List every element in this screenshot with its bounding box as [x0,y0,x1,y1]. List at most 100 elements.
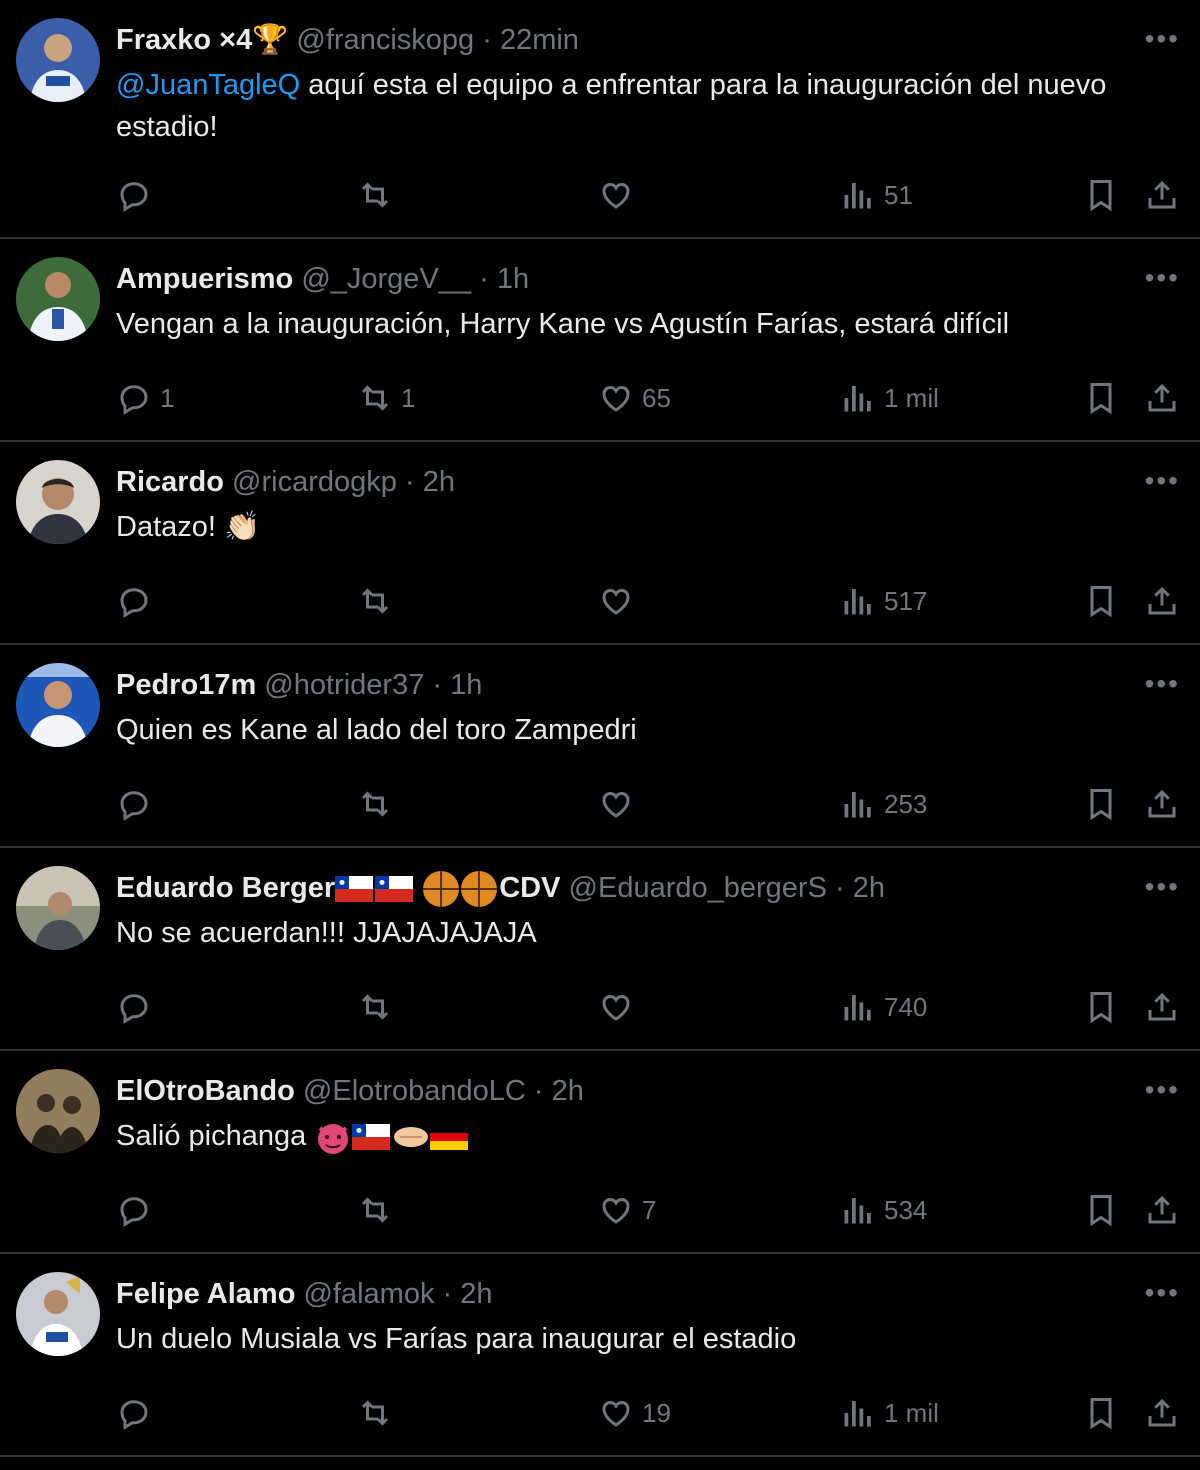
more-icon[interactable]: ••• [1145,1075,1180,1105]
tweet[interactable]: Felipe Alamo @falamok · 2h ••• Un duelo … [0,1254,1200,1457]
timestamp[interactable]: 2h [853,872,885,904]
like-button[interactable]: 19 [598,1393,671,1433]
share-icon [1144,786,1180,822]
retweet-button[interactable] [357,1190,401,1230]
share-button[interactable] [1144,987,1180,1027]
avatar[interactable] [16,663,100,747]
more-icon[interactable]: ••• [1145,1278,1180,1308]
author-handle[interactable]: @_JorgeV__ [301,263,471,295]
views-button[interactable]: 517 [840,581,927,621]
share-button[interactable] [1144,784,1180,824]
like-button[interactable]: 65 [598,378,671,418]
tweet[interactable]: Fraxko ×4🏆 @franciskopg · 22min ••• @Jua… [0,0,1200,239]
separator-dot: · [432,669,443,701]
avatar[interactable] [16,1272,100,1356]
retweet-button[interactable] [357,581,401,621]
share-button[interactable] [1144,581,1180,621]
bookmark-button[interactable] [1083,784,1119,824]
reply-button[interactable] [116,581,160,621]
action-bar: 19 1 mil [0,1393,1200,1433]
avatar[interactable] [16,460,100,544]
bookmark-button[interactable] [1083,987,1119,1027]
reply-button[interactable]: 1 [116,378,174,418]
author-handle[interactable]: @ricardogkp [232,466,397,498]
bookmark-button[interactable] [1083,581,1119,621]
views-button[interactable]: 1 mil [840,378,939,418]
author-name[interactable]: Fraxko ×4🏆 [116,24,288,56]
views-button[interactable]: 534 [840,1190,927,1230]
retweet-icon [357,1192,393,1228]
views-button[interactable]: 253 [840,784,927,824]
avatar[interactable] [16,18,100,102]
author-handle[interactable]: @ElotrobandoLC [303,1075,526,1107]
like-button[interactable] [598,784,642,824]
bookmark-button[interactable] [1083,1190,1119,1230]
reply-button[interactable] [116,987,160,1027]
author-handle[interactable]: @falamok [303,1278,434,1310]
author-name-suffix[interactable]: CDV [499,872,560,904]
retweet-button[interactable] [357,784,401,824]
reply-button[interactable] [116,1393,160,1433]
author-name[interactable]: Felipe Alamo [116,1278,295,1310]
share-button[interactable] [1144,1190,1180,1230]
tweet[interactable]: Pedro17m @hotrider37 · 1h ••• Quien es K… [0,645,1200,848]
view-count: 1 mil [884,382,939,413]
timestamp[interactable]: 2h [460,1278,492,1310]
timestamp[interactable]: 2h [423,466,455,498]
author-name[interactable]: Ampuerismo [116,263,293,295]
retweet-button[interactable]: 1 [357,378,415,418]
mention-link[interactable]: @JuanTagleQ [116,69,300,101]
author-name[interactable]: ElOtroBando [116,1075,295,1107]
tweet[interactable]: Ampuerismo @_JorgeV__ · 1h ••• Vengan a … [0,239,1200,442]
bookmark-button[interactable] [1083,378,1119,418]
like-button[interactable] [598,175,642,215]
share-button[interactable] [1144,1393,1180,1433]
avatar[interactable] [16,866,100,950]
timestamp[interactable]: 1h [450,669,482,701]
more-icon[interactable]: ••• [1145,669,1180,699]
tweet[interactable]: Ricardo @ricardogkp · 2h ••• Datazo! 👏🏻 … [0,442,1200,645]
views-button[interactable]: 1 mil [840,1393,939,1433]
views-icon [840,380,876,416]
bookmark-button[interactable] [1083,175,1119,215]
bookmark-button[interactable] [1083,1393,1119,1433]
like-icon [598,1395,634,1431]
timestamp[interactable]: 2h [552,1075,584,1107]
reply-button[interactable] [116,175,160,215]
timestamp[interactable]: 1h [497,263,529,295]
more-icon[interactable]: ••• [1145,24,1180,54]
author-handle[interactable]: @franciskopg [296,24,474,56]
more-icon[interactable]: ••• [1145,466,1180,496]
more-icon[interactable]: ••• [1145,872,1180,902]
author-name[interactable]: Pedro17m [116,669,256,701]
action-bar: 51 [0,175,1200,215]
views-button[interactable]: 740 [840,987,927,1027]
author-name[interactable]: Ricardo [116,466,224,498]
more-icon[interactable]: ••• [1145,263,1180,293]
share-button[interactable] [1144,378,1180,418]
avatar[interactable] [16,257,100,341]
like-button[interactable] [598,987,642,1027]
author-name[interactable]: Eduardo Berger [116,872,335,904]
retweet-button[interactable] [357,175,401,215]
like-icon [598,989,634,1025]
like-button[interactable] [598,581,642,621]
reply-button[interactable] [116,784,160,824]
tweet[interactable]: ElOtroBando @ElotrobandoLC · 2h ••• Sali… [0,1051,1200,1254]
timestamp[interactable]: 22min [500,24,579,56]
reply-button[interactable] [116,1190,160,1230]
avatar[interactable] [16,1069,100,1153]
views-button[interactable]: 51 [840,175,913,215]
like-button[interactable]: 7 [598,1190,656,1230]
retweet-button[interactable] [357,1393,401,1433]
separator-dot: · [834,872,845,904]
author-handle[interactable]: @hotrider37 [264,669,424,701]
tweet-text: Salió pichanga [116,1115,1170,1157]
author-handle[interactable]: @Eduardo_bergerS [569,872,827,904]
share-icon [1144,989,1180,1025]
retweet-icon [357,177,393,213]
tweet-header: ElOtroBando @ElotrobandoLC · 2h [116,1071,1130,1111]
tweet[interactable]: Eduardo Berger CDV @Eduardo_bergerS · 2h… [0,848,1200,1051]
retweet-button[interactable] [357,987,401,1027]
share-button[interactable] [1144,175,1180,215]
